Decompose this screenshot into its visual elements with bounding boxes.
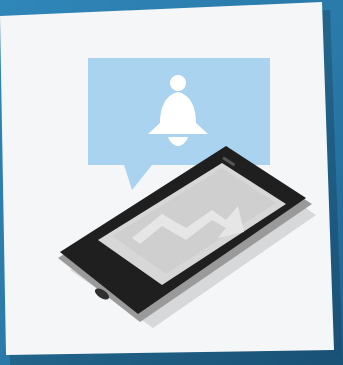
illustration-art [0, 2, 343, 365]
illustration-scene [0, 0, 343, 365]
